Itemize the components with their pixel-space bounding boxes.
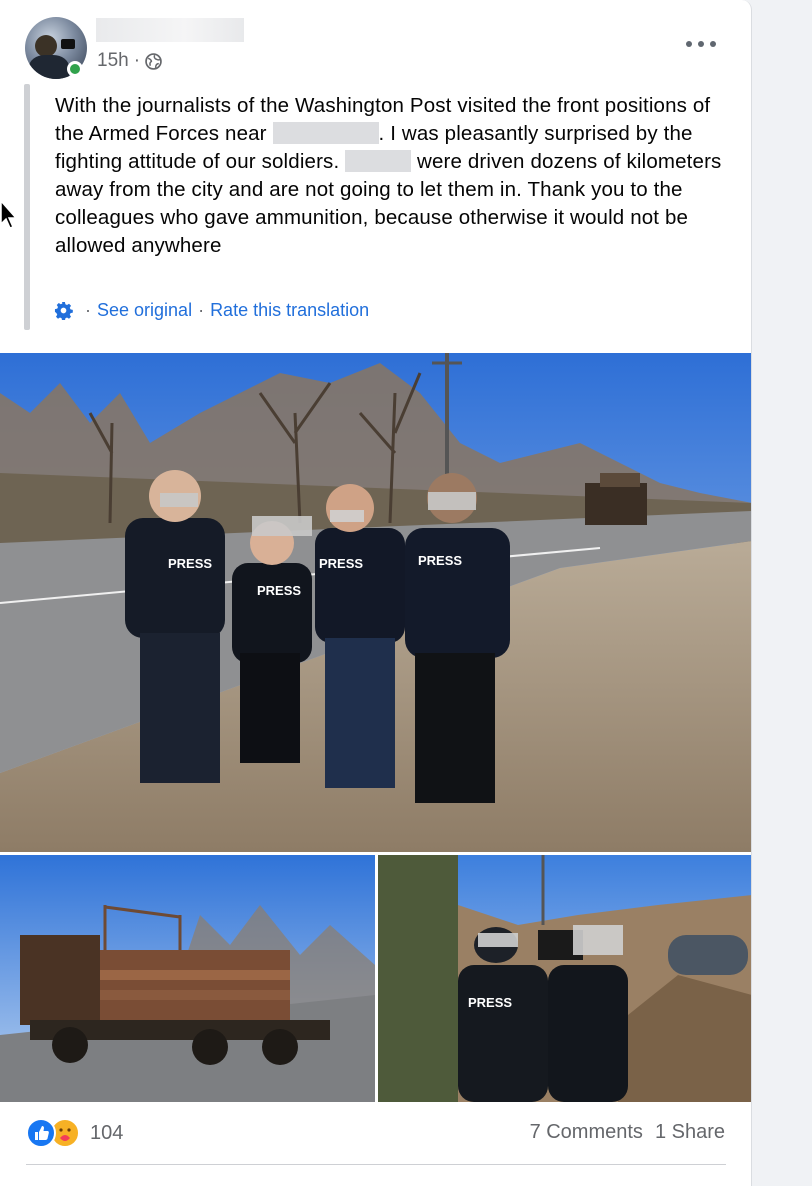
gear-icon[interactable] xyxy=(54,301,73,320)
redacted-word xyxy=(345,150,412,172)
reactions-summary[interactable]: 104 xyxy=(26,1118,123,1148)
post-photo-burned-truck[interactable] xyxy=(0,855,375,1102)
online-status-icon xyxy=(67,61,83,77)
mouse-cursor-icon xyxy=(0,200,18,229)
post-photo-trench[interactable] xyxy=(378,855,751,1102)
see-original-link[interactable]: See original xyxy=(97,300,192,321)
post-meta: 15h · xyxy=(97,50,162,72)
like-reaction-icon xyxy=(26,1118,56,1148)
translation-bar: · See original · Rate this translation xyxy=(54,299,369,321)
comments-count[interactable]: 7 Comments xyxy=(530,1121,643,1144)
press-label-3: PRESS xyxy=(319,556,364,571)
post-timestamp[interactable]: 15h xyxy=(97,50,129,72)
post-photo-main[interactable] xyxy=(0,353,751,852)
reaction-count[interactable]: 104 xyxy=(90,1122,123,1145)
translation-separator: · xyxy=(85,299,91,320)
post-text: With the journalists of the Washington P… xyxy=(55,92,735,260)
more-options-icon[interactable] xyxy=(686,34,716,54)
shares-count[interactable]: 1 Share xyxy=(655,1121,725,1144)
author-name-redacted[interactable] xyxy=(96,18,244,42)
post-card: 15h · With the journalists of the Washin… xyxy=(0,0,752,1186)
press-label-5: PRESS xyxy=(468,995,513,1010)
press-label-2: PRESS xyxy=(257,583,302,598)
translation-separator: · xyxy=(198,299,205,320)
meta-separator: · xyxy=(133,50,141,71)
translation-quote-bar xyxy=(24,84,30,330)
footer-divider xyxy=(26,1164,726,1165)
rate-translation-link[interactable]: Rate this translation xyxy=(210,300,369,321)
globe-icon[interactable] xyxy=(145,52,162,70)
engagement-counts: 7 Comments 1 Share xyxy=(530,1121,725,1144)
redacted-location xyxy=(272,122,379,144)
press-label-1: PRESS xyxy=(168,556,213,571)
press-label-4: PRESS xyxy=(418,553,463,568)
